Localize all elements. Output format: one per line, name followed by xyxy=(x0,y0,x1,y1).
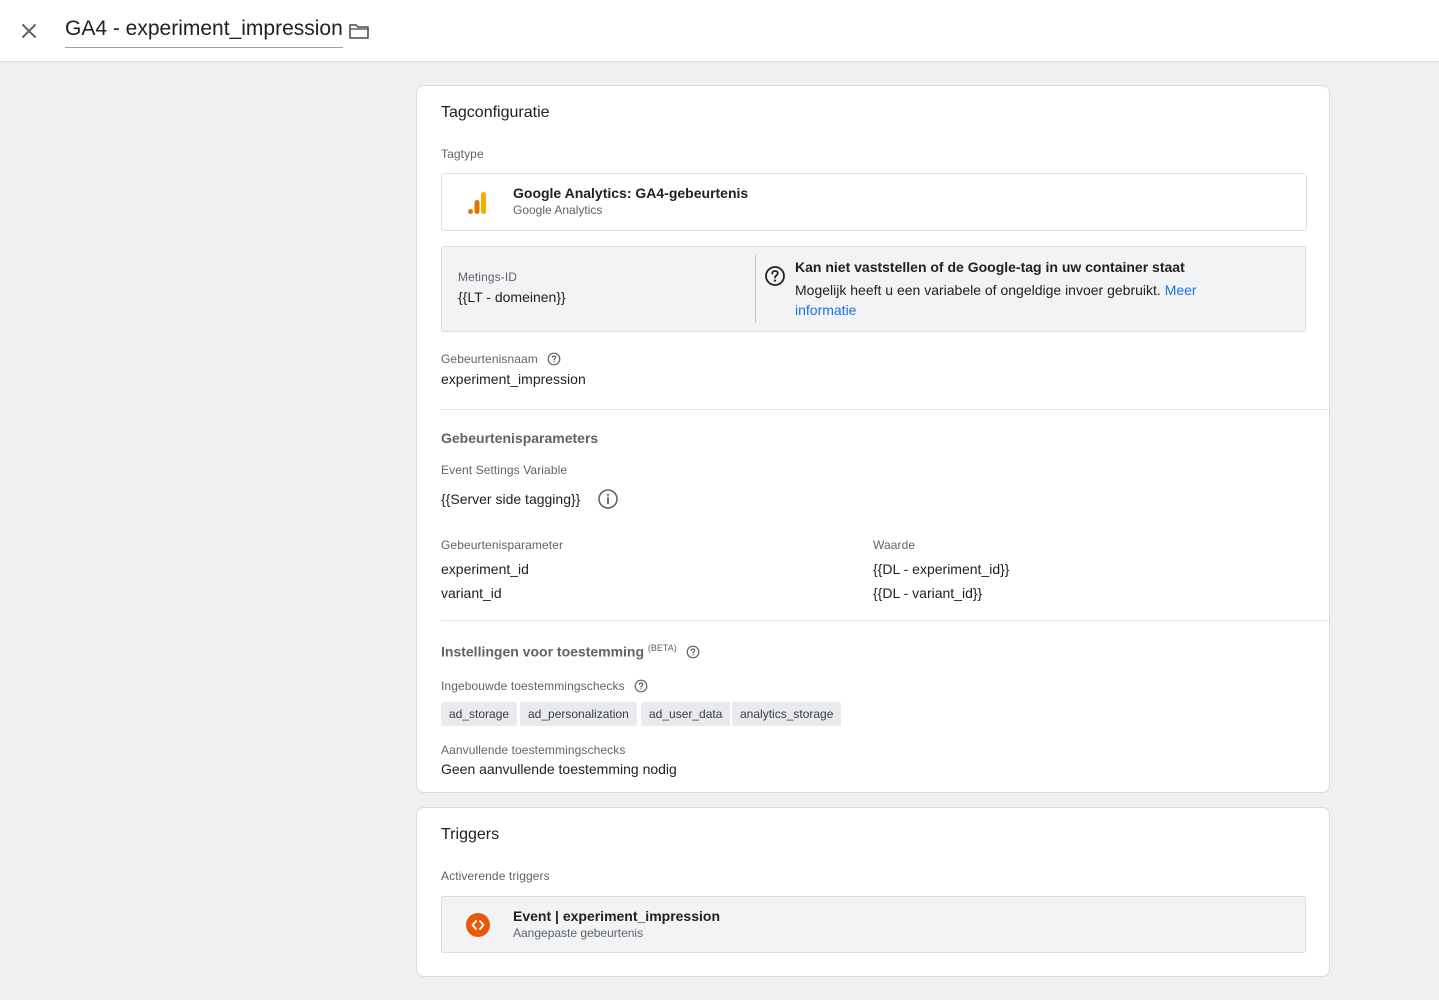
measurement-id-value: {{LT - domeinen}} xyxy=(458,289,566,305)
value-column-header: Waarde xyxy=(873,538,916,552)
measurement-id-label: Metings-ID xyxy=(458,270,518,284)
consent-title-text: Instellingen voor toestemming xyxy=(441,643,645,660)
beta-badge: (BETA) xyxy=(647,643,677,653)
top-bar: GA4 - experiment_impression xyxy=(0,0,1439,62)
warning-title: Kan niet vaststellen of de Google-tag in… xyxy=(795,259,1185,275)
event-name-value: experiment_impression xyxy=(441,371,586,387)
consent-chip: ad_storage xyxy=(441,702,518,726)
tagtype-label: Tagtype xyxy=(441,147,484,161)
firing-triggers-label: Activerende triggers xyxy=(441,869,550,883)
warning-text: Mogelijk heeft u een variabele of ongeld… xyxy=(795,280,1215,320)
builtin-consent-label: Ingebouwde toestemmingschecks xyxy=(441,679,648,693)
info-icon[interactable] xyxy=(597,488,619,510)
param-value: {{DL - experiment_id}} xyxy=(873,561,1010,577)
tagtype-name: Google Analytics: GA4-gebeurtenis xyxy=(513,185,749,201)
param-value: {{DL - variant_id}} xyxy=(873,585,983,601)
trigger-sub: Aangepaste gebeurtenis xyxy=(513,926,644,940)
help-icon[interactable] xyxy=(686,645,700,659)
builtin-consent-label-text: Ingebouwde toestemmingschecks xyxy=(441,679,625,693)
card-title: Tagconfiguratie xyxy=(441,104,550,121)
event-name-label-text: Gebeurtenisnaam xyxy=(441,352,538,366)
consent-title: Instellingen voor toestemming (BETA) xyxy=(441,643,700,660)
tagtype-sub: Google Analytics xyxy=(513,203,603,217)
close-icon[interactable] xyxy=(14,16,44,46)
help-icon[interactable] xyxy=(547,352,561,366)
trigger-item[interactable]: Event | experiment_impression Aangepaste… xyxy=(441,896,1306,953)
param-name: experiment_id xyxy=(441,561,529,577)
divider xyxy=(441,409,1330,410)
page-title: GA4 - experiment_impression xyxy=(65,17,343,40)
help-icon[interactable] xyxy=(634,679,648,693)
param-name: variant_id xyxy=(441,585,502,601)
trigger-name: Event | experiment_impression xyxy=(513,908,720,924)
card-title: Triggers xyxy=(441,826,500,843)
consent-chip: ad_personalization xyxy=(520,702,637,726)
consent-chip: analytics_storage xyxy=(732,702,842,726)
event-name-label: Gebeurtenisnaam xyxy=(441,352,561,366)
consent-chip: ad_user_data xyxy=(641,702,731,726)
additional-consent-value: Geen aanvullende toestemming nodig xyxy=(441,761,677,777)
tag-name-field[interactable]: GA4 - experiment_impression xyxy=(65,14,343,48)
param-column-header: Gebeurtenisparameter xyxy=(441,538,564,552)
triggers-card[interactable]: Triggers Activerende triggers Event | ex… xyxy=(416,807,1330,977)
tag-configuration-card[interactable]: Tagconfiguratie Tagtype Google Analytics… xyxy=(416,85,1330,793)
help-circle-icon xyxy=(764,265,786,287)
event-settings-label: Event Settings Variable xyxy=(441,463,568,477)
folder-icon[interactable] xyxy=(346,18,372,44)
measurement-id-panel: Metings-ID {{LT - domeinen}} Kan niet va… xyxy=(441,246,1306,332)
warning-message: Mogelijk heeft u een variabele of ongeld… xyxy=(795,282,1161,298)
event-params-title: Gebeurtenisparameters xyxy=(441,430,599,446)
divider xyxy=(755,255,756,323)
tagtype-selector[interactable]: Google Analytics: GA4-gebeurtenis Google… xyxy=(441,173,1307,231)
divider xyxy=(441,620,1330,621)
google-analytics-icon xyxy=(466,190,490,216)
custom-event-icon xyxy=(466,913,490,937)
additional-consent-label: Aanvullende toestemmingschecks xyxy=(441,743,626,757)
event-settings-value: {{Server side tagging}} xyxy=(441,491,581,507)
